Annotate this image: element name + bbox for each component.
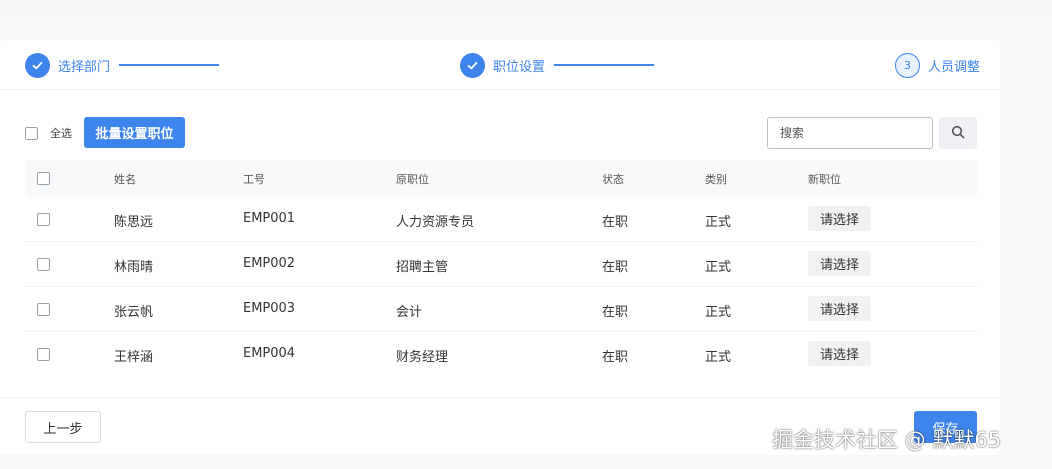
step-connector xyxy=(119,64,220,66)
table-row: 王梓涵 EMP004 财务经理 在职 正式 请选择 xyxy=(25,332,977,377)
cell-id: EMP001 xyxy=(243,211,296,226)
cell-status: 在职 xyxy=(602,215,629,230)
step-1[interactable]: 选择部门 xyxy=(25,52,220,78)
step-indicator: 选择部门 职位设置 3 人员调整 xyxy=(0,40,1000,90)
step-label: 职位设置 xyxy=(493,59,546,75)
row-checkbox[interactable] xyxy=(37,303,50,316)
cell-id: EMP004 xyxy=(243,346,296,361)
header-name: 姓名 xyxy=(114,173,136,186)
cell-name: 张云帆 xyxy=(114,305,154,320)
step-label: 人员调整 xyxy=(928,59,981,75)
check-icon xyxy=(25,52,50,78)
toolbar: 全选 批量设置职位 xyxy=(0,117,1000,149)
new-position-select[interactable]: 请选择 xyxy=(808,251,871,276)
cell-name: 陈思远 xyxy=(114,215,154,230)
header-status: 状态 xyxy=(602,173,624,186)
row-checkbox[interactable] xyxy=(37,348,50,361)
select-all-label: 全选 xyxy=(50,127,72,140)
employee-table: 姓名 工号 原职位 状态 类别 新职位 陈思远 EMP001 人力资源专员 在职… xyxy=(25,160,977,377)
header-type: 类别 xyxy=(705,173,727,186)
cell-id: EMP002 xyxy=(243,256,296,271)
cell-type: 正式 xyxy=(705,215,732,230)
row-checkbox[interactable] xyxy=(37,258,50,271)
cell-position: 人力资源专员 xyxy=(396,215,475,230)
prev-step-button[interactable]: 上一步 xyxy=(25,411,101,443)
new-position-select[interactable]: 请选择 xyxy=(808,206,871,231)
cell-type: 正式 xyxy=(705,305,732,320)
table-header: 姓名 工号 原职位 状态 类别 新职位 xyxy=(25,160,977,197)
search-icon xyxy=(951,125,965,142)
step-3[interactable]: 3 人员调整 xyxy=(895,52,980,78)
cell-status: 在职 xyxy=(602,260,629,275)
header-new-position: 新职位 xyxy=(808,173,841,186)
step-number: 3 xyxy=(895,52,920,78)
batch-set-position-button[interactable]: 批量设置职位 xyxy=(84,117,185,148)
watermark: 掘金技术社区 @ 默默65 xyxy=(772,428,1002,452)
step-2[interactable]: 职位设置 xyxy=(460,52,655,78)
select-all-checkbox[interactable] xyxy=(25,126,38,140)
step-label: 选择部门 xyxy=(58,59,111,75)
search-button[interactable] xyxy=(939,117,977,149)
cell-status: 在职 xyxy=(602,305,629,320)
cell-status: 在职 xyxy=(602,350,629,365)
header-id: 工号 xyxy=(243,173,265,186)
cell-position: 财务经理 xyxy=(396,350,449,365)
table-row: 林雨晴 EMP002 招聘主管 在职 正式 请选择 xyxy=(25,242,977,287)
cell-position: 招聘主管 xyxy=(396,260,449,275)
header-checkbox[interactable] xyxy=(37,172,50,185)
new-position-select[interactable]: 请选择 xyxy=(808,296,871,321)
cell-position: 会计 xyxy=(396,305,423,320)
main-card: 选择部门 职位设置 3 人员调整 全选 批量设置职位 搜索 姓名 工号 原职位 … xyxy=(0,40,1000,455)
check-icon xyxy=(460,52,485,78)
cell-type: 正式 xyxy=(705,260,732,275)
search-input[interactable] xyxy=(767,117,933,149)
step-connector xyxy=(554,64,655,66)
cell-name: 林雨晴 xyxy=(114,260,154,275)
top-bar xyxy=(0,0,1052,16)
cell-id: EMP003 xyxy=(243,301,296,316)
cell-name: 王梓涵 xyxy=(114,350,154,365)
table-row: 张云帆 EMP003 会计 在职 正式 请选择 xyxy=(25,287,977,332)
new-position-select[interactable]: 请选择 xyxy=(808,341,871,366)
table-row: 陈思远 EMP001 人力资源专员 在职 正式 请选择 xyxy=(25,197,977,242)
header-position: 原职位 xyxy=(396,173,429,186)
select-all[interactable]: 全选 xyxy=(25,125,72,141)
cell-type: 正式 xyxy=(705,350,732,365)
row-checkbox[interactable] xyxy=(37,213,50,226)
